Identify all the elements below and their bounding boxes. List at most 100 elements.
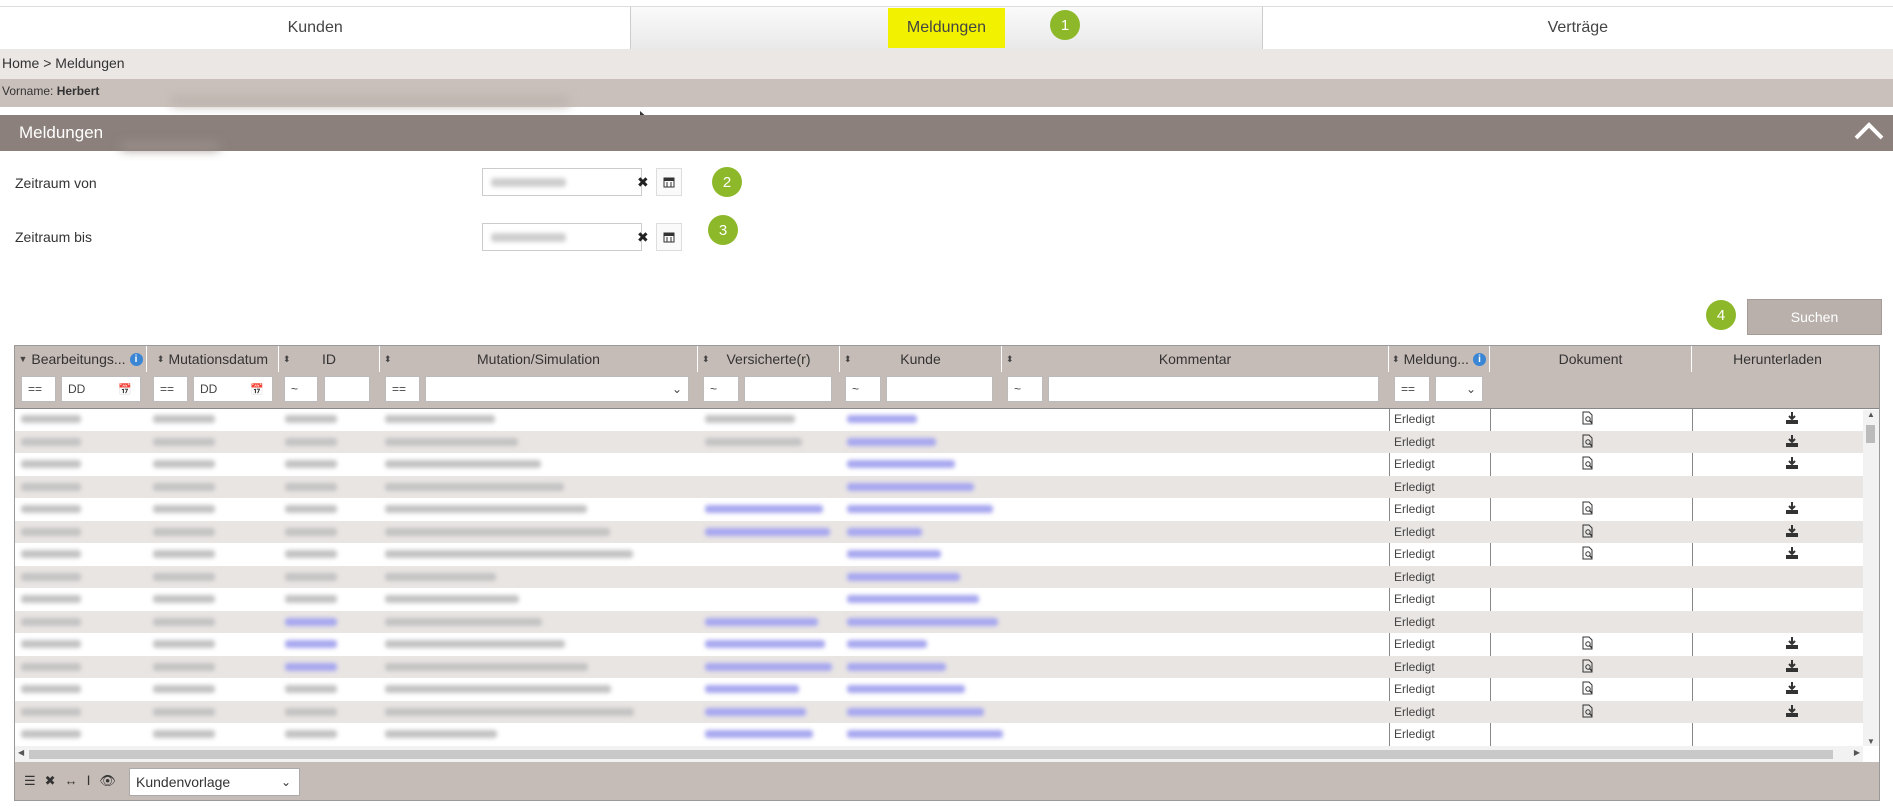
table-row[interactable]: Erledigt: [15, 453, 1863, 476]
clear-icon[interactable]: ✖: [637, 229, 649, 246]
horizontal-scrollbar[interactable]: ◀ ▶: [15, 746, 1863, 762]
redacted-text: [847, 527, 922, 536]
filter-operator[interactable]: ~: [284, 376, 318, 402]
scroll-thumb[interactable]: [1866, 425, 1875, 443]
document-view-icon[interactable]: [1582, 659, 1594, 676]
filter-mutation-select[interactable]: ⌄: [425, 376, 689, 402]
scroll-up-icon[interactable]: ▲: [1867, 410, 1875, 419]
table-row[interactable]: Erledigt: [15, 520, 1863, 543]
resize-icon[interactable]: ↔: [65, 773, 78, 789]
document-view-icon[interactable]: [1582, 636, 1594, 653]
download-icon[interactable]: [1786, 412, 1798, 427]
table-row[interactable]: Erledigt: [15, 723, 1863, 746]
table-row[interactable]: Erledigt: [15, 565, 1863, 588]
tab-vertraege[interactable]: Verträge: [1263, 7, 1893, 49]
table-row[interactable]: Erledigt: [15, 498, 1863, 521]
calendar-icon[interactable]: [656, 168, 682, 196]
redacted-text: [21, 437, 81, 446]
column-header-id[interactable]: ⬍ ID: [279, 346, 380, 372]
table-row[interactable]: Erledigt: [15, 588, 1863, 611]
filter-date-input[interactable]: DD 📅: [193, 376, 273, 402]
download-icon[interactable]: [1786, 659, 1798, 675]
filter-operator[interactable]: ==: [385, 376, 420, 402]
eye-icon[interactable]: 👁: [99, 773, 116, 789]
filter-status-select[interactable]: ⌄: [1435, 376, 1483, 402]
template-select[interactable]: Kundenvorlage ⌄: [129, 768, 300, 796]
table-row[interactable]: Erledigt: [15, 408, 1863, 431]
document-view-icon[interactable]: [1582, 524, 1594, 541]
scroll-right-icon[interactable]: ▶: [1854, 748, 1860, 757]
filter-operator[interactable]: ~: [845, 376, 881, 402]
scroll-left-icon[interactable]: ◀: [18, 748, 24, 757]
table-row[interactable]: Erledigt: [15, 475, 1863, 498]
table-row[interactable]: Erledigt: [15, 610, 1863, 633]
column-header-kommentar[interactable]: ⬍ Kommentar: [1002, 346, 1389, 372]
column-header-mutationsdatum[interactable]: ⬍ Mutationsdatum: [147, 346, 279, 372]
column-header-bearbeitung[interactable]: ▼ Bearbeitungs... i: [15, 346, 147, 372]
main-tab-bar: Kunden Meldungen Verträge: [0, 6, 1893, 50]
redacted-text: [847, 617, 998, 626]
table-row[interactable]: Erledigt: [15, 678, 1863, 701]
document-view-icon[interactable]: [1582, 704, 1594, 721]
step-badge-3: 3: [708, 215, 738, 245]
vertical-scrollbar[interactable]: ▲ ▼: [1863, 410, 1879, 746]
clear-icon[interactable]: ✖: [637, 174, 649, 191]
redacted-text: [705, 730, 813, 738]
info-icon[interactable]: i: [1472, 352, 1486, 366]
tab-meldungen[interactable]: Meldungen: [631, 7, 1263, 49]
download-icon[interactable]: [1786, 682, 1798, 697]
status-cell: Erledigt: [1394, 727, 1435, 741]
download-icon[interactable]: [1786, 434, 1798, 450]
filter-operator[interactable]: ~: [703, 376, 739, 402]
table-row[interactable]: Erledigt: [15, 633, 1863, 656]
download-icon[interactable]: [1786, 502, 1798, 517]
filter-id-input[interactable]: [324, 376, 370, 402]
redacted-text: [847, 505, 993, 513]
filter-kommentar-input[interactable]: [1048, 376, 1379, 402]
text-cursor-icon[interactable]: Ⅰ: [87, 773, 91, 789]
table-row[interactable]: Erledigt: [15, 655, 1863, 678]
list-icon[interactable]: ☰: [24, 773, 36, 789]
column-header-mutation[interactable]: ⬍ Mutation/Simulation: [380, 346, 698, 372]
redacted-text: [705, 505, 823, 513]
column-header-kunde[interactable]: ⬍ Kunde: [840, 346, 1002, 372]
collapse-chevron-icon[interactable]: [1854, 121, 1884, 141]
date-from-input[interactable]: ✖: [482, 168, 649, 196]
document-view-icon[interactable]: [1582, 434, 1594, 451]
download-icon[interactable]: [1786, 704, 1798, 720]
filter-operator[interactable]: ~: [1007, 376, 1043, 402]
filter-kunde-input[interactable]: [886, 376, 993, 402]
table-row[interactable]: Erledigt: [15, 543, 1863, 566]
download-icon[interactable]: [1786, 637, 1798, 652]
status-cell: Erledigt: [1394, 524, 1435, 539]
document-view-icon[interactable]: [1582, 681, 1594, 698]
close-icon[interactable]: ✖: [45, 773, 56, 789]
document-view-icon[interactable]: [1582, 501, 1594, 518]
scroll-thumb[interactable]: [29, 750, 1833, 759]
column-header-versicherte[interactable]: ⬍ Versicherte(r): [698, 346, 840, 372]
document-view-icon[interactable]: [1582, 546, 1594, 563]
filter-operator[interactable]: ==: [21, 376, 56, 402]
document-view-icon[interactable]: [1582, 456, 1594, 473]
table-row[interactable]: Erledigt: [15, 430, 1863, 453]
document-view-icon[interactable]: [1582, 411, 1594, 428]
redacted-text: [385, 640, 565, 648]
scroll-down-icon[interactable]: ▼: [1867, 737, 1875, 746]
redacted-text: [385, 415, 495, 423]
tab-kunden[interactable]: Kunden: [0, 7, 632, 49]
download-icon[interactable]: [1786, 524, 1798, 540]
filter-operator[interactable]: ==: [153, 376, 188, 402]
info-icon[interactable]: i: [129, 352, 143, 366]
filter-date-input[interactable]: DD 📅: [61, 376, 141, 402]
table-row[interactable]: Erledigt: [15, 700, 1863, 723]
date-to-input[interactable]: ✖: [482, 223, 649, 251]
redacted-text: [285, 617, 337, 626]
search-button[interactable]: Suchen: [1747, 299, 1882, 335]
download-icon[interactable]: [1786, 547, 1798, 562]
redacted-text: [153, 415, 215, 423]
download-icon[interactable]: [1786, 457, 1798, 472]
column-header-meldung[interactable]: ⬍ Meldung... i: [1389, 346, 1490, 372]
filter-operator[interactable]: ==: [1394, 376, 1430, 402]
filter-versicherte-input[interactable]: [744, 376, 832, 402]
calendar-icon[interactable]: [656, 223, 682, 251]
